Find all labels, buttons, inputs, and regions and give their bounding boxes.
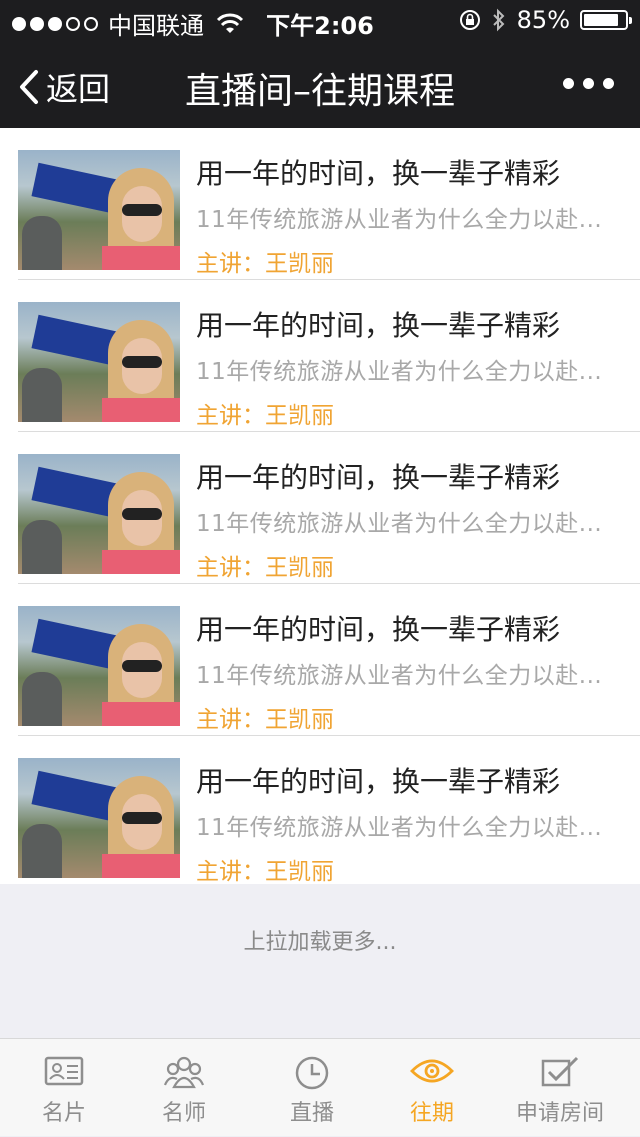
eye-icon [410, 1059, 454, 1083]
tab-card[interactable]: 名片 [0, 1039, 128, 1137]
course-description: 11年传统旅游从业者为什么全力以赴... [196, 207, 603, 233]
course-speaker: 主讲：王凯丽 [196, 707, 334, 733]
tab-label: 申请房间 [515, 1101, 604, 1126]
course-item[interactable]: 用一年的时间，换一辈子精彩 11年传统旅游从业者为什么全力以赴... 主讲：王凯丽 [0, 128, 640, 280]
tab-label: 直播 [289, 1101, 334, 1126]
nav-bar: 返回 直播间–往期课程 [0, 40, 640, 128]
course-title: 用一年的时间，换一辈子精彩 [196, 157, 561, 190]
course-title: 用一年的时间，换一辈子精彩 [196, 765, 561, 798]
course-description: 11年传统旅游从业者为什么全力以赴... [196, 359, 603, 385]
course-thumbnail [18, 606, 180, 726]
rotation-lock-icon [459, 10, 480, 30]
course-speaker: 主讲：王凯丽 [196, 555, 334, 581]
course-thumbnail [18, 758, 180, 878]
course-speaker: 主讲：王凯丽 [196, 403, 334, 429]
load-more-hint: 上拉加载更多... [243, 930, 397, 955]
clock-icon [295, 1056, 329, 1090]
course-item[interactable]: 用一年的时间，换一辈子精彩 11年传统旅游从业者为什么全力以赴... 主讲：王凯丽 [0, 584, 640, 736]
course-description: 11年传统旅游从业者为什么全力以赴... [196, 511, 603, 537]
tab-label: 名师 [161, 1101, 206, 1126]
course-list: 用一年的时间，换一辈子精彩 11年传统旅游从业者为什么全力以赴... 主讲：王凯丽用… [0, 128, 640, 885]
course-item[interactable]: 用一年的时间，换一辈子精彩 11年传统旅游从业者为什么全力以赴... 主讲：王凯丽 [0, 280, 640, 432]
id-card-icon [44, 1056, 84, 1086]
course-thumbnail [18, 302, 180, 422]
course-description: 11年传统旅游从业者为什么全力以赴... [196, 815, 603, 841]
page-title: 直播间–往期课程 [184, 71, 455, 112]
course-item[interactable]: 用一年的时间，换一辈子精彩 11年传统旅游从业者为什么全力以赴... 主讲：王凯丽 [0, 432, 640, 584]
tab-bar: 名片 名师 直播 往期 申请房间 [0, 1038, 640, 1136]
bluetooth-icon [492, 8, 505, 32]
tab-label: 名片 [41, 1101, 86, 1126]
tab-teachers[interactable]: 名师 [120, 1039, 248, 1137]
course-speaker: 主讲：王凯丽 [196, 251, 334, 277]
tab-past[interactable]: 往期 [368, 1039, 496, 1137]
course-thumbnail [18, 150, 180, 270]
tab-label: 往期 [409, 1101, 454, 1126]
checkbox-icon [541, 1056, 579, 1087]
course-title: 用一年的时间，换一辈子精彩 [196, 309, 561, 342]
battery-percent: 85% [516, 6, 570, 34]
more-icon[interactable] [563, 78, 614, 89]
group-icon [164, 1056, 204, 1089]
course-item[interactable]: 用一年的时间，换一辈子精彩 11年传统旅游从业者为什么全力以赴... 主讲：王凯丽 [0, 736, 640, 885]
tab-apply-room[interactable]: 申请房间 [496, 1039, 624, 1137]
status-bar: 中国联通 下午2:06 85% [0, 0, 640, 40]
battery-icon [580, 10, 632, 30]
course-description: 11年传统旅游从业者为什么全力以赴... [196, 663, 603, 689]
course-title: 用一年的时间，换一辈子精彩 [196, 461, 561, 494]
course-title: 用一年的时间，换一辈子精彩 [196, 613, 561, 646]
course-thumbnail [18, 454, 180, 574]
course-speaker: 主讲：王凯丽 [196, 859, 334, 885]
tab-live[interactable]: 直播 [248, 1039, 376, 1137]
